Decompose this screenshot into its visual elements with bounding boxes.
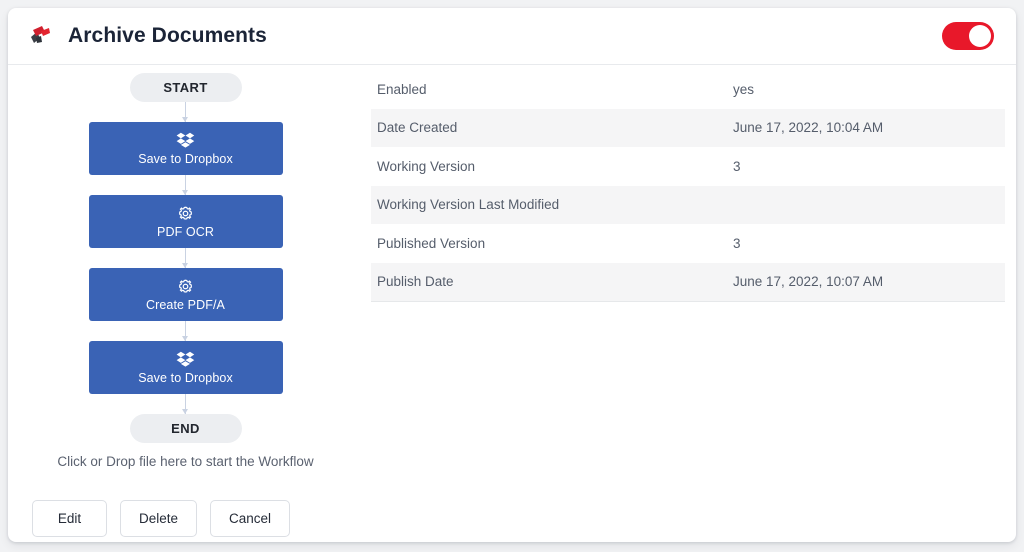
- drop-file-hint[interactable]: Click or Drop file here to start the Wor…: [8, 454, 363, 469]
- table-row: Enabled yes: [371, 70, 1005, 109]
- dropbox-icon: [176, 132, 195, 149]
- flow-node-pdf-ocr[interactable]: PDF OCR: [88, 195, 283, 248]
- property-key: Enabled: [377, 81, 427, 97]
- action-buttons: Edit Delete Cancel: [8, 469, 363, 537]
- workflow-enabled-toggle[interactable]: [942, 22, 994, 50]
- cancel-button[interactable]: Cancel: [210, 500, 291, 537]
- flow-node-start[interactable]: START: [129, 73, 242, 102]
- property-key: Working Version Last Modified: [377, 197, 560, 213]
- table-row: Working Version Last Modified: [371, 185, 1005, 224]
- property-value: June 17, 2022, 10:07 AM: [733, 274, 884, 290]
- flow-connector: [182, 248, 188, 268]
- toggle-knob: [969, 25, 991, 47]
- page-title: Archive Documents: [68, 24, 267, 47]
- dropbox-icon: [176, 351, 195, 368]
- gear-icon: [177, 205, 194, 222]
- flow-node-label: Save to Dropbox: [138, 151, 233, 166]
- flow-node-label: Create PDF/A: [145, 297, 225, 312]
- property-key: Publish Date: [377, 274, 454, 290]
- property-value: 3: [733, 235, 741, 251]
- property-key: Date Created: [377, 120, 458, 136]
- delete-button[interactable]: Delete: [120, 500, 198, 537]
- properties-table: Enabled yes Date Created June 17, 2022, …: [371, 70, 1005, 302]
- property-value: 3: [733, 158, 741, 174]
- workflow-diagram: START Save to Dropbox PDF OCR Create PDF…: [8, 65, 363, 537]
- gear-icon: [177, 278, 194, 295]
- flow-node-save-to-dropbox-1[interactable]: Save to Dropbox: [88, 122, 283, 175]
- flow-connector: [182, 102, 188, 122]
- flow-node-create-pdfa[interactable]: Create PDF/A: [88, 268, 283, 321]
- property-value: yes: [733, 81, 755, 97]
- edit-button[interactable]: Edit: [32, 500, 107, 537]
- flow-node-label: Save to Dropbox: [138, 370, 233, 385]
- table-row: Publish Date June 17, 2022, 10:07 AM: [371, 262, 1005, 301]
- card-body: START Save to Dropbox PDF OCR Create PDF…: [8, 65, 1016, 541]
- flow-connector: [182, 394, 188, 414]
- property-key: Working Version: [377, 158, 476, 174]
- table-row: Date Created June 17, 2022, 10:04 AM: [371, 108, 1005, 147]
- card-header: Archive Documents: [8, 8, 1016, 65]
- table-row: Published Version 3: [371, 224, 1005, 263]
- flow-node-end[interactable]: END: [129, 414, 242, 443]
- workflow-card: Archive Documents START Save to Dropbox …: [8, 8, 1016, 542]
- flow-connector: [182, 175, 188, 195]
- property-key: Published Version: [377, 235, 486, 251]
- flow-node-label: PDF OCR: [157, 224, 214, 239]
- property-value: June 17, 2022, 10:04 AM: [733, 120, 884, 136]
- table-row: Working Version 3: [371, 147, 1005, 186]
- flow-connector: [182, 321, 188, 341]
- flow-node-save-to-dropbox-2[interactable]: Save to Dropbox: [88, 341, 283, 394]
- app-logo-icon: [24, 21, 54, 51]
